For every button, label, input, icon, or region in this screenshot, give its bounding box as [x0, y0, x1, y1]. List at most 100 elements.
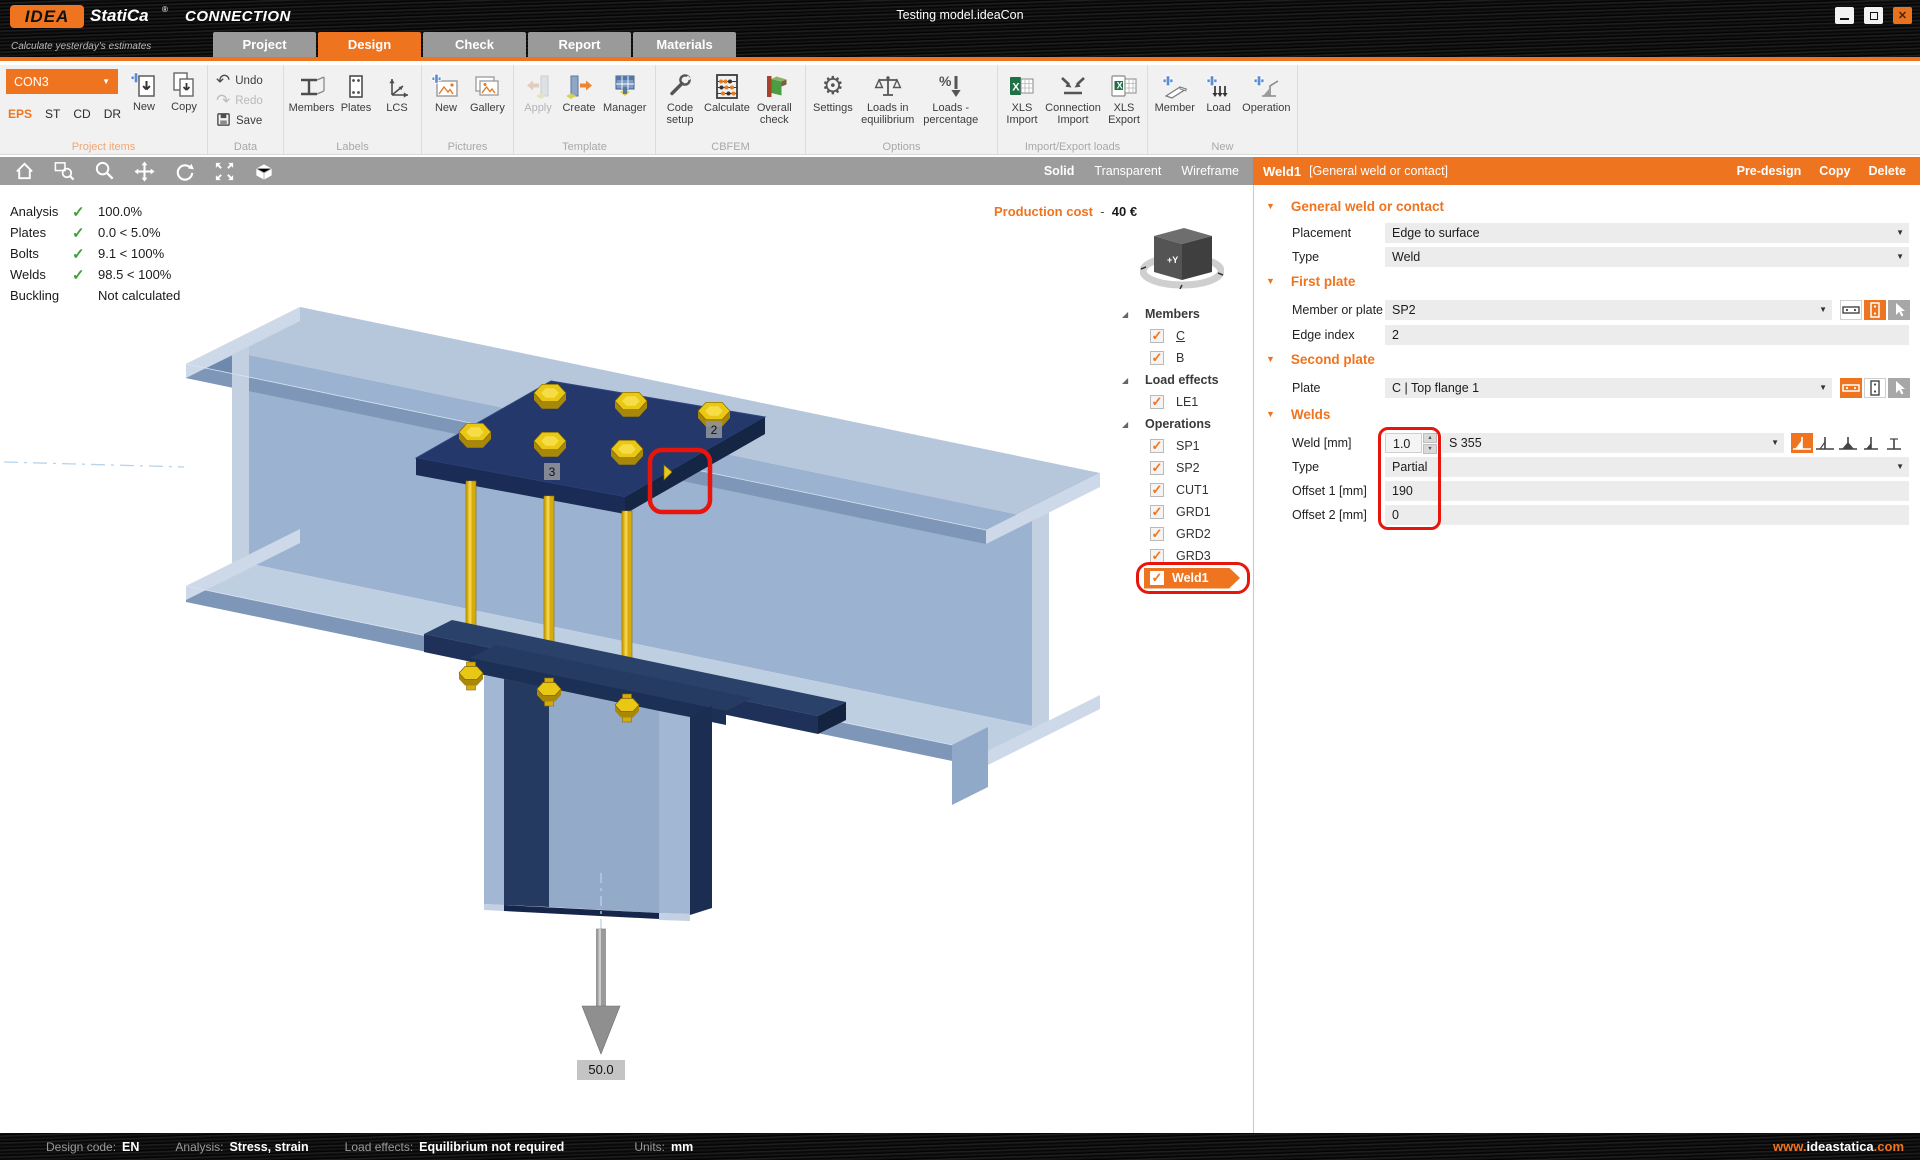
weld-type-5-button[interactable] — [1883, 433, 1905, 453]
solid-view-icon[interactable] — [252, 159, 276, 183]
render-mode-solid[interactable]: Solid — [1044, 164, 1075, 178]
tree-item-sp2[interactable]: ✓ SP2 — [1104, 457, 1250, 479]
expander-icon[interactable]: ◢ — [1122, 420, 1128, 429]
rotate-button[interactable] — [172, 159, 196, 183]
offset1-input[interactable]: 190 — [1385, 481, 1909, 501]
xls-import-button[interactable]: X XLS Import — [1002, 68, 1042, 128]
tree-item-member-b[interactable]: ✓ B — [1104, 347, 1250, 369]
plate-select[interactable]: C | Top flange 1 ▼ — [1385, 378, 1832, 398]
home-view-button[interactable] — [12, 159, 36, 183]
connection-selector[interactable]: CON3 ▼ — [6, 69, 118, 94]
weld-size-input[interactable]: 1.0 — [1385, 433, 1422, 453]
edge-index-field[interactable]: 2 — [1385, 325, 1909, 345]
render-mode-transparent[interactable]: Transparent — [1094, 164, 1161, 178]
weld-material-select[interactable]: S 355 ▼ — [1442, 433, 1784, 453]
tab-materials[interactable]: Materials — [633, 32, 736, 57]
offset2-input[interactable]: 0 — [1385, 505, 1909, 525]
stepper-up-icon[interactable]: ▲ — [1423, 433, 1437, 443]
mode-eps[interactable]: EPS — [8, 107, 32, 121]
code-setup-button[interactable]: Code setup — [660, 68, 700, 128]
render-mode-wireframe[interactable]: Wireframe — [1181, 164, 1239, 178]
website-link[interactable]: www.ideastatica.com — [1773, 1139, 1920, 1154]
checkbox-checked-icon[interactable]: ✓ — [1150, 549, 1164, 563]
new-project-item-button[interactable]: New — [124, 67, 164, 115]
tree-item-grd2[interactable]: ✓ GRD2 — [1104, 523, 1250, 545]
tab-project[interactable]: Project — [213, 32, 316, 57]
section-general-weld[interactable]: ▼ General weld or contact — [1266, 199, 1444, 214]
pick-plate-icon-button[interactable] — [1864, 378, 1886, 398]
maximize-button[interactable] — [1864, 7, 1883, 24]
redo-button[interactable]: ↷ Redo — [212, 91, 267, 110]
zoom-window-button[interactable] — [52, 159, 76, 183]
weld-type-2-button[interactable] — [1814, 433, 1836, 453]
load-arrow[interactable]: 50.0 — [577, 928, 625, 1080]
calculate-button[interactable]: Calculate — [701, 68, 753, 116]
pick-member-icon-button[interactable] — [1840, 300, 1862, 320]
expander-icon[interactable]: ◢ — [1122, 310, 1128, 319]
minimize-button[interactable] — [1835, 7, 1854, 24]
expander-icon[interactable]: ◢ — [1122, 376, 1128, 385]
loads-in-equilibrium-button[interactable]: Loads in equilibrium — [857, 68, 919, 128]
new-picture-button[interactable]: New — [426, 68, 466, 116]
create-template-button[interactable]: Create — [559, 68, 599, 116]
gallery-button[interactable]: Gallery — [467, 68, 508, 116]
plates-button[interactable]: Plates — [336, 68, 376, 116]
checkbox-checked-icon[interactable]: ✓ — [1150, 483, 1164, 497]
checkbox-checked-icon[interactable]: ✓ — [1150, 439, 1164, 453]
tree-item-member-c[interactable]: ✓ C — [1104, 325, 1250, 347]
mode-st[interactable]: ST — [45, 107, 60, 121]
connection-import-button[interactable]: Connection Import — [1043, 68, 1103, 128]
fit-view-button[interactable] — [212, 159, 236, 183]
weld-type-fillet-button-selected[interactable] — [1791, 433, 1813, 453]
pick-plate-icon-button-selected[interactable] — [1864, 300, 1886, 320]
weld-type-3-button[interactable] — [1837, 433, 1859, 453]
checkbox-checked-icon[interactable]: ✓ — [1150, 351, 1164, 365]
checkbox-checked-icon[interactable]: ✓ — [1150, 395, 1164, 409]
save-button[interactable]: Save — [212, 111, 267, 130]
copy-project-item-button[interactable]: Copy — [164, 67, 204, 115]
lcs-button[interactable]: LCS — [377, 68, 417, 116]
settings-button[interactable]: ⚙ Settings — [810, 68, 856, 116]
weld-size-stepper[interactable]: ▲ ▼ — [1423, 433, 1437, 454]
viewport-3d[interactable]: 2 3 50.0 Analysis ✓ 100.0% Plates ✓ 0.0 < 5.… — [0, 185, 1253, 1133]
tab-check[interactable]: Check — [423, 32, 526, 57]
section-first-plate[interactable]: ▼ First plate — [1266, 274, 1355, 289]
section-welds[interactable]: ▼ Welds — [1266, 407, 1330, 422]
new-member-button[interactable]: Member — [1152, 68, 1198, 116]
member-or-plate-select[interactable]: SP2 ▼ — [1385, 300, 1832, 320]
pick-member-icon-button-selected[interactable] — [1840, 378, 1862, 398]
tree-item-grd3[interactable]: ✓ GRD3 — [1104, 545, 1250, 567]
new-load-button[interactable]: Load — [1199, 68, 1239, 116]
loads-percentage-button[interactable]: % Loads - percentage — [920, 68, 982, 128]
checkbox-checked-icon[interactable]: ✓ — [1150, 527, 1164, 541]
weld-type-4-button[interactable] — [1860, 433, 1882, 453]
members-button[interactable]: Members — [288, 68, 335, 116]
tree-item-cut1[interactable]: ✓ CUT1 — [1104, 479, 1250, 501]
checkbox-checked-icon[interactable]: ✓ — [1150, 329, 1164, 343]
predesign-button[interactable]: Pre-design — [1737, 164, 1802, 178]
overall-check-button[interactable]: Overall check — [754, 68, 795, 128]
tree-item-le1[interactable]: ✓ LE1 — [1104, 391, 1250, 413]
placement-select[interactable]: Edge to surface ▼ — [1385, 223, 1909, 243]
select-in-scene-button[interactable] — [1888, 300, 1910, 320]
tree-item-grd1[interactable]: ✓ GRD1 — [1104, 501, 1250, 523]
checkbox-checked-icon[interactable]: ✓ — [1150, 505, 1164, 519]
manager-template-button[interactable]: Manager — [600, 68, 649, 116]
undo-button[interactable]: ↶ Undo — [212, 71, 267, 90]
navigation-cube[interactable]: +Y — [1140, 223, 1224, 289]
select-in-scene-button[interactable] — [1888, 378, 1910, 398]
new-operation-button[interactable]: Operation — [1240, 68, 1293, 116]
pan-button[interactable] — [132, 159, 156, 183]
tab-design[interactable]: Design — [318, 32, 421, 57]
checkbox-checked-icon[interactable]: ✓ — [1150, 461, 1164, 475]
weld1-selected-tag[interactable]: ✓ Weld1 — [1144, 568, 1240, 589]
tree-item-sp1[interactable]: ✓ SP1 — [1104, 435, 1250, 457]
delete-operation-button[interactable]: Delete — [1868, 164, 1906, 178]
mode-dr[interactable]: DR — [104, 107, 121, 121]
copy-operation-button[interactable]: Copy — [1819, 164, 1850, 178]
zoom-button[interactable] — [92, 159, 116, 183]
xls-export-button[interactable]: X XLS Export — [1104, 68, 1144, 128]
tree-item-weld1-selected[interactable]: ✓ Weld1 — [1104, 567, 1250, 589]
tab-report[interactable]: Report — [528, 32, 631, 57]
section-second-plate[interactable]: ▼ Second plate — [1266, 352, 1375, 367]
